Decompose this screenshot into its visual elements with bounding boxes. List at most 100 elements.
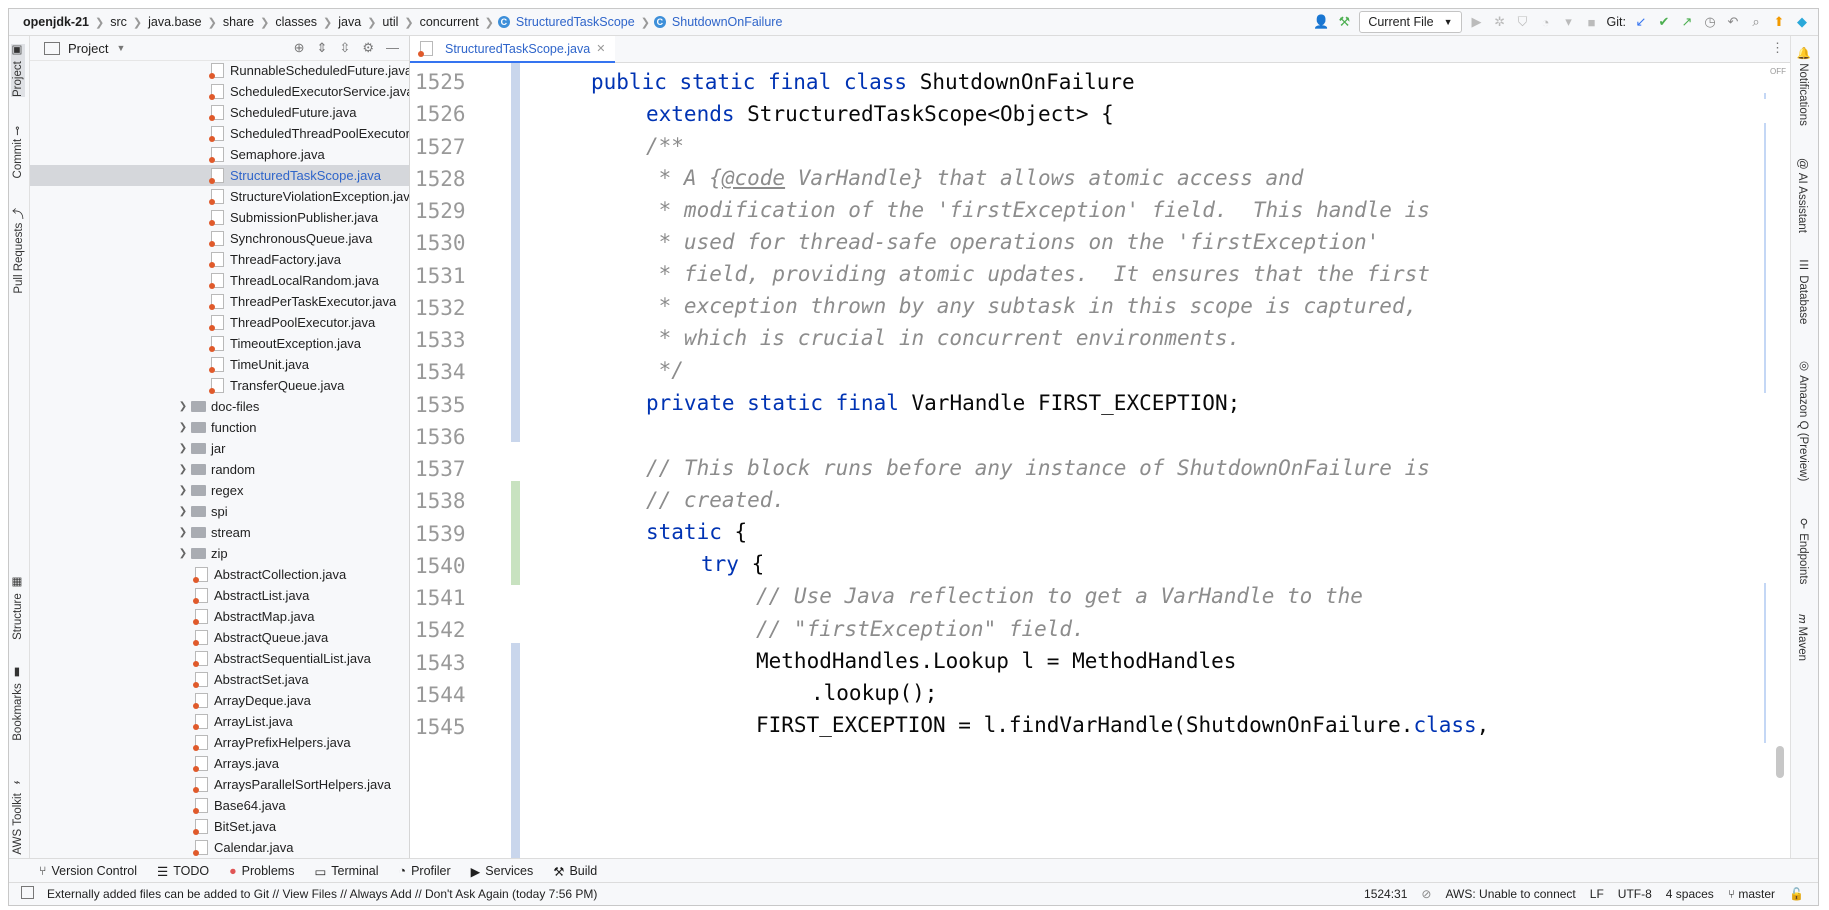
tree-file-item[interactable]: AbstractList.java [30, 585, 409, 606]
breadcrumb-item[interactable]: concurrent [418, 15, 481, 29]
problems-tool-button[interactable]: ● Problems [229, 864, 294, 878]
chevron-right-icon[interactable]: ❯ [175, 506, 191, 517]
ai-assistant-tool-button[interactable]: @ AI Assistant [1796, 158, 1808, 233]
project-view-select[interactable]: Project [68, 41, 108, 56]
vcs-modified-marker[interactable] [511, 643, 520, 883]
aws-connection-status[interactable]: AWS: Unable to connect [1445, 887, 1575, 901]
tree-file-item[interactable]: ArrayDeque.java [30, 690, 409, 711]
panel-toggle-icon[interactable] [21, 886, 34, 899]
tree-file-item[interactable]: StructureViolationException.java [30, 186, 409, 207]
chevron-right-icon[interactable]: ❯ [175, 527, 191, 538]
tree-folder-item[interactable]: ❯ random [30, 459, 409, 480]
editor-tab[interactable]: StructuredTaskScope.java ✕ [410, 36, 616, 64]
updates-icon[interactable]: ⬆ [1771, 14, 1787, 30]
locate-icon[interactable]: ⊕ [294, 40, 305, 56]
tree-file-item[interactable]: Base64.java [30, 795, 409, 816]
git-push-icon[interactable]: ↗ [1679, 14, 1695, 30]
hide-icon[interactable]: — [386, 40, 399, 56]
database-tool-button[interactable]: ☰ Database [1796, 258, 1810, 324]
git-commit-icon[interactable]: ✔ [1656, 14, 1672, 30]
breadcrumb-item[interactable]: util [380, 15, 400, 29]
tree-file-item[interactable]: BitSet.java [30, 816, 409, 837]
build-hammer-icon[interactable]: ⚒ [1336, 14, 1352, 30]
tree-file-item[interactable]: ThreadPerTaskExecutor.java [30, 291, 409, 312]
vertical-scrollbar-thumb[interactable] [1776, 746, 1784, 778]
caret-position[interactable]: 1524:31 [1364, 887, 1407, 901]
tree-file-item[interactable]: SynchronousQueue.java [30, 228, 409, 249]
profiler-tool-button[interactable]: ◔ Profiler [399, 864, 451, 878]
chevron-right-icon[interactable]: ❯ [175, 443, 191, 454]
chevron-right-icon[interactable]: ❯ [175, 548, 191, 559]
pull-requests-tool-button[interactable]: Pull Requests ⤴ [11, 208, 27, 294]
tree-file-item[interactable]: TransferQueue.java [30, 375, 409, 396]
structure-tool-button[interactable]: Structure ▦ [11, 576, 25, 640]
coverage-icon[interactable]: ⛉ [1515, 14, 1531, 30]
user-icon[interactable]: 👤 [1313, 14, 1329, 30]
endpoints-tool-button[interactable]: ⚲ Endpoints [1796, 516, 1810, 584]
more-run-options-icon[interactable]: ▾ [1561, 14, 1577, 30]
tree-file-item[interactable]: AbstractSequentialList.java [30, 648, 409, 669]
run-configuration-select[interactable]: Current File ▼ [1359, 11, 1462, 33]
tree-folder-item[interactable]: ❯ jar [30, 438, 409, 459]
ai-logo-icon[interactable]: ◆ [1794, 14, 1810, 30]
tree-file-item[interactable]: ArraysParallelSortHelpers.java [30, 774, 409, 795]
close-icon[interactable]: ✕ [596, 42, 605, 55]
vcs-added-marker[interactable] [511, 481, 520, 585]
tree-folder-item[interactable]: ❯ function [30, 417, 409, 438]
stop-icon[interactable]: ■ [1584, 14, 1600, 30]
scroll-marker[interactable] [1764, 93, 1766, 99]
bookmarks-tool-button[interactable]: Bookmarks ▮ [11, 666, 25, 741]
status-message[interactable]: Externally added files can be added to G… [9, 887, 597, 901]
tree-file-item[interactable]: AbstractQueue.java [30, 627, 409, 648]
commit-tool-button[interactable]: Commit ⊸ [11, 126, 25, 178]
project-tool-button[interactable]: Project ▣ [11, 44, 25, 97]
gear-icon[interactable]: ⚙ [362, 40, 374, 56]
breadcrumb-item[interactable]: share [221, 15, 256, 29]
breadcrumb-class[interactable]: StructuredTaskScope [514, 15, 637, 29]
chevron-right-icon[interactable]: ❯ [175, 422, 191, 433]
tree-file-item[interactable]: TimeUnit.java [30, 354, 409, 375]
maven-tool-button[interactable]: 𝑚 Maven [1796, 614, 1808, 661]
tree-file-item[interactable]: TimeoutException.java [30, 333, 409, 354]
tree-file-item[interactable]: ThreadFactory.java [30, 249, 409, 270]
tree-folder-item[interactable]: ❯ spi [30, 501, 409, 522]
indent-setting[interactable]: 4 spaces [1666, 887, 1714, 901]
debug-icon[interactable]: ✲ [1492, 14, 1508, 30]
aws-toolkit-tool-button[interactable]: AWS Toolkit ⌁ [11, 776, 25, 855]
search-icon[interactable]: ⌕ [1748, 14, 1764, 30]
notifications-tool-button[interactable]: 🔔 Notifications [1796, 46, 1810, 126]
code-editor[interactable]: OFF 1525 1526 1527 1528 1529 1530 1531 1532 1533… [410, 63, 1790, 883]
tree-file-item[interactable]: ScheduledFuture.java [30, 102, 409, 123]
more-options-icon[interactable]: ⋮ [1771, 40, 1784, 56]
lock-icon[interactable]: 🔓 [1789, 887, 1804, 901]
tree-file-item[interactable]: ArrayList.java [30, 711, 409, 732]
expand-all-icon[interactable]: ⇕ [317, 40, 328, 56]
chevron-right-icon[interactable]: ❯ [175, 464, 191, 475]
tree-folder-item[interactable]: ❯ regex [30, 480, 409, 501]
tree-file-item[interactable]: ScheduledThreadPoolExecutor.java [30, 123, 409, 144]
rollback-icon[interactable]: ↶ [1725, 14, 1741, 30]
tree-file-item[interactable]: StructuredTaskScope.java [30, 165, 409, 186]
todo-tool-button[interactable]: ☰ TODO [157, 864, 209, 879]
chevron-down-icon[interactable]: ▼ [116, 43, 125, 53]
collapse-all-icon[interactable]: ⇳ [339, 40, 350, 56]
vcs-modified-marker[interactable] [511, 63, 520, 442]
breadcrumb-item[interactable]: src [108, 15, 129, 29]
chevron-right-icon[interactable]: ❯ [175, 485, 191, 496]
git-update-icon[interactable]: ↙ [1633, 14, 1649, 30]
run-icon[interactable]: ▶ [1469, 14, 1485, 30]
line-separator[interactable]: LF [1590, 887, 1604, 901]
breadcrumb-item[interactable]: classes [273, 15, 319, 29]
amazon-q-tool-button[interactable]: ◎ Amazon Q (Preview) [1796, 358, 1810, 481]
tree-file-item[interactable]: ArrayPrefixHelpers.java [30, 732, 409, 753]
breadcrumb-item[interactable]: java [336, 15, 363, 29]
tree-file-item[interactable]: ScheduledExecutorService.java [30, 81, 409, 102]
tree-folder-item[interactable]: ❯ zip [30, 543, 409, 564]
breadcrumb-item[interactable]: java.base [146, 15, 204, 29]
profile-icon[interactable]: ◔ [1538, 14, 1554, 30]
tree-file-item[interactable]: Arrays.java [30, 753, 409, 774]
terminal-tool-button[interactable]: ▭ Terminal [314, 864, 378, 879]
build-tool-button[interactable]: ⚒ Build [553, 864, 597, 879]
tree-file-item[interactable]: ThreadLocalRandom.java [30, 270, 409, 291]
tree-file-item[interactable]: SubmissionPublisher.java [30, 207, 409, 228]
